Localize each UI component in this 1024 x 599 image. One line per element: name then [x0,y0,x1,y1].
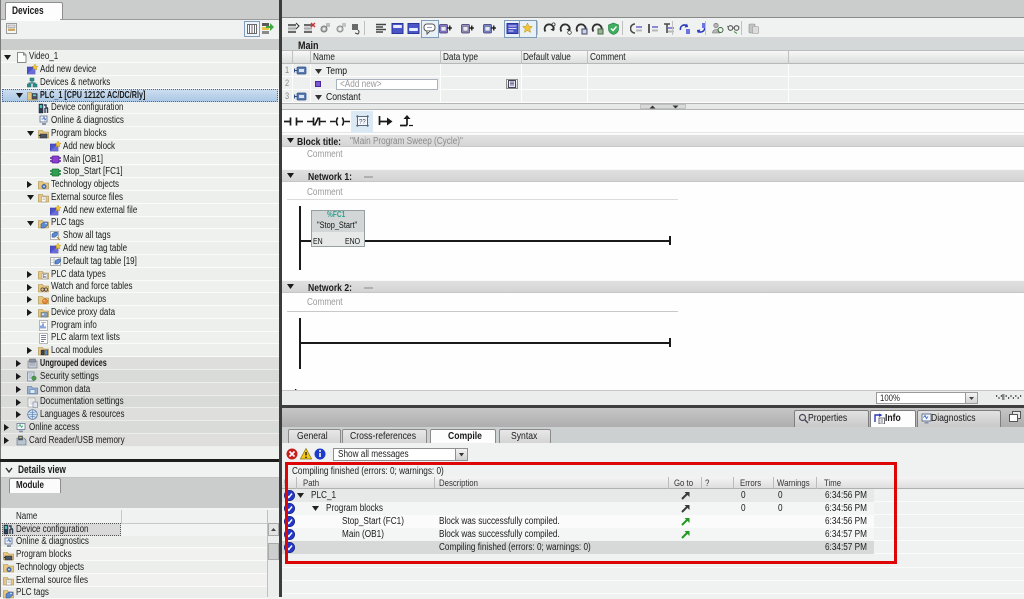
svg-text:??: ?? [359,120,366,126]
